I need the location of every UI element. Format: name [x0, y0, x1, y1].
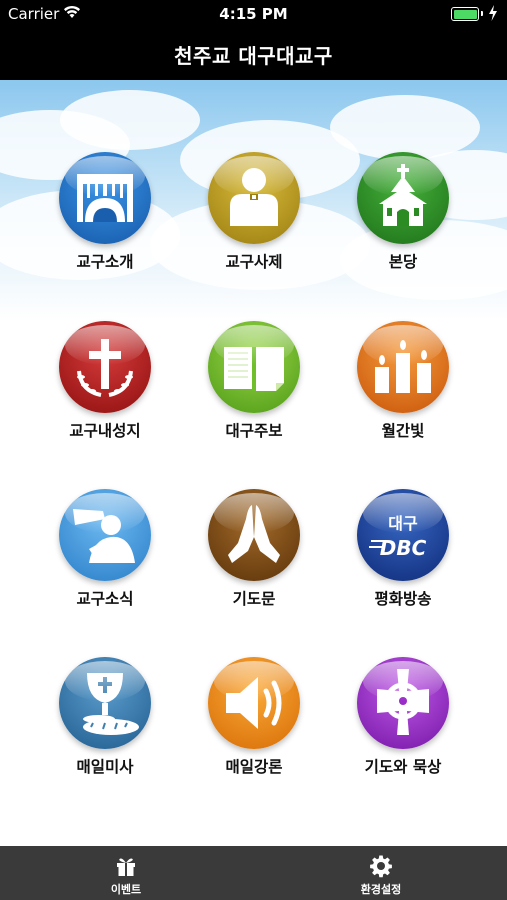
- menu-label: 매일강론: [225, 758, 283, 776]
- svg-text:DBC: DBC: [380, 536, 427, 560]
- menu-item-diocese-intro[interactable]: 교구소개: [30, 152, 180, 292]
- status-bar: Carrier 4:15 PM: [0, 0, 507, 28]
- menu-item-prayer-meditation[interactable]: 기도와 묵상: [328, 657, 478, 797]
- gear-icon: [370, 855, 392, 878]
- top-bar: Carrier 4:15 PM 천주교 대구대교구: [0, 0, 507, 80]
- tab-label: 환경설정: [360, 883, 402, 896]
- menu-label: 기도문: [232, 590, 276, 608]
- page-title: 천주교 대구대교구: [174, 44, 333, 68]
- menu-label: 대구주보: [225, 422, 283, 440]
- tab-bar: 이벤트 환경설정: [0, 846, 507, 900]
- menu-label: 교구사제: [225, 253, 283, 271]
- menu-item-parishes[interactable]: 본당: [328, 152, 478, 292]
- menu-label: 매일미사: [76, 758, 134, 776]
- tab-label: 이벤트: [110, 883, 142, 896]
- tab-settings[interactable]: 환경설정: [301, 846, 461, 900]
- tab-events[interactable]: 이벤트: [46, 846, 206, 900]
- menu-item-monthly-light[interactable]: 월간빛: [328, 321, 478, 461]
- menu-item-prayers[interactable]: 기도문: [179, 489, 329, 629]
- menu-label: 기도와 묵상: [364, 758, 442, 776]
- menu-item-diocese-priests[interactable]: 교구사제: [179, 152, 329, 292]
- menu-label: 월간빛: [381, 422, 425, 440]
- clock: 4:15 PM: [219, 5, 288, 23]
- menu-item-daily-homily[interactable]: 매일강론: [179, 657, 329, 797]
- menu-label: 평화방송: [374, 590, 432, 608]
- menu-label: 교구내성지: [69, 422, 141, 440]
- menu-label: 교구소식: [76, 590, 134, 608]
- menu-item-daegu-bulletin[interactable]: 대구주보: [179, 321, 329, 461]
- battery-icon: [451, 7, 483, 21]
- menu-grid: 교구소개 교구사제 본당 교구내성지 대구주보 월간빛 교구소식 기도문 DBC…: [0, 80, 507, 846]
- menu-item-pbc-broadcast[interactable]: 대구 DBC 평화방송: [328, 489, 478, 629]
- menu-label: 교구소개: [76, 253, 134, 271]
- gift-icon: [117, 858, 135, 876]
- menu-item-daily-mass[interactable]: 매일미사: [30, 657, 180, 797]
- main-menu: 교구소개 교구사제 본당 교구내성지 대구주보 월간빛 교구소식 기도문 DBC…: [0, 80, 507, 846]
- menu-item-diocese-news[interactable]: 교구소식: [30, 489, 180, 629]
- menu-label: 본당: [388, 253, 418, 271]
- menu-item-holy-sites[interactable]: 교구내성지: [30, 321, 180, 461]
- charging-icon: [489, 5, 497, 21]
